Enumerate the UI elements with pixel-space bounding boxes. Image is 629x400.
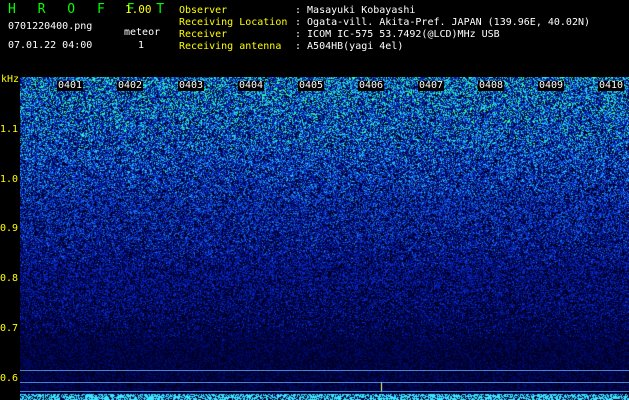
time-label: 0406 (358, 80, 385, 91)
y-tick-label: 0.8 (0, 273, 19, 284)
axis-unit: kHz (1, 74, 20, 85)
meteor-label: meteor (124, 27, 161, 38)
antenna-label: Receiving antenna (179, 41, 282, 52)
receiver-label: Receiver (179, 29, 228, 40)
meteor-count: 1 (138, 40, 145, 51)
time-label: 0404 (238, 80, 265, 91)
time-label: 0409 (538, 80, 565, 91)
time-label: 0408 (478, 80, 505, 91)
date-time: 07.01.22 04:00 (8, 40, 93, 51)
location-value: : Ogata-vill. Akita-Pref. JAPAN (139.96E… (295, 17, 591, 28)
antenna-value: : A504HB(yagi 4el) (295, 41, 404, 52)
location-label: Receiving Location (179, 17, 288, 28)
observer-value: : Masayuki Kobayashi (295, 5, 416, 16)
observer-label: Observer (179, 5, 228, 16)
y-tick-label: 1.1 (0, 124, 19, 135)
reference-line (20, 391, 629, 392)
y-tick-label: 1.0 (0, 174, 19, 185)
time-label: 0402 (117, 80, 144, 91)
hrofft-window: H R O F F T 1.00 0701220400.png meteor 0… (0, 0, 629, 400)
spectrogram-canvas (20, 77, 629, 400)
reference-line (20, 370, 629, 371)
time-label: 0403 (178, 80, 205, 91)
y-tick-label: 0.6 (0, 373, 19, 384)
time-label: 0410 (598, 80, 625, 91)
receiver-value: : ICOM IC-575 53.7492(@LCD)MHz USB (295, 29, 500, 40)
y-tick-label: 0.7 (0, 323, 19, 334)
time-label: 0405 (298, 80, 325, 91)
time-label: 0401 (57, 80, 84, 91)
file-name: 0701220400.png (8, 21, 93, 32)
spectrogram (20, 77, 629, 400)
reference-line (20, 382, 629, 383)
time-label: 0407 (418, 80, 445, 91)
y-tick-label: 0.9 (0, 223, 19, 234)
app-version: 1.00 (125, 3, 152, 16)
